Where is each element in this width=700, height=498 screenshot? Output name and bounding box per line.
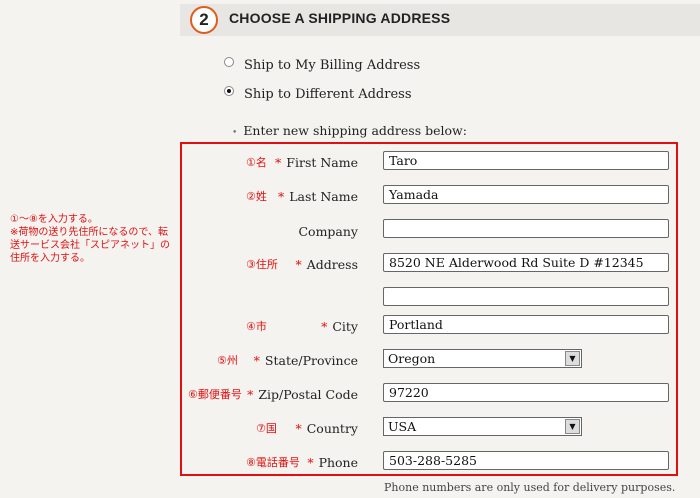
required-star: * xyxy=(321,319,328,334)
form-row-phone: ⑧電話番号 * Phone 503-288-5285 xyxy=(182,451,676,475)
country-select[interactable]: USA ▼ xyxy=(383,417,582,436)
field-label: * Phone xyxy=(307,455,358,470)
required-star: * xyxy=(277,189,285,204)
form-row-address: ③住所 * Address 8520 NE Alderwood Rd Suite … xyxy=(182,253,676,277)
zip-label: Zip/Postal Code xyxy=(258,387,358,402)
phone-note: Phone numbers are only used for delivery… xyxy=(384,481,676,494)
state-label: State/Province xyxy=(264,353,358,368)
jp-annotation: ②姓 xyxy=(246,190,267,203)
required-star: * xyxy=(295,257,302,272)
jp-annotation: ①名 xyxy=(246,156,267,169)
required-star: * xyxy=(275,155,282,170)
required-star: * xyxy=(295,421,302,436)
form-row-address2 xyxy=(182,287,676,311)
field-label: * Zip/Postal Code xyxy=(247,387,358,402)
radio-ship-billing[interactable]: Ship to My Billing Address xyxy=(224,56,421,73)
state-selected-value: Oregon xyxy=(388,351,436,366)
first-name-input[interactable]: Taro xyxy=(383,151,669,170)
company-label: Company xyxy=(298,224,358,239)
country-label: Country xyxy=(306,421,358,436)
address-input[interactable]: 8520 NE Alderwood Rd Suite D #12345 xyxy=(383,253,669,272)
field-label: * Last Name xyxy=(278,189,358,204)
phone-input[interactable]: 503-288-5285 xyxy=(383,451,669,470)
city-label: City xyxy=(332,319,358,334)
radio-button-checked-icon[interactable] xyxy=(224,85,234,96)
form-row-company: Company xyxy=(182,219,676,244)
radio-ship-different[interactable]: Ship to Different Address xyxy=(224,85,412,102)
radio-button-icon[interactable] xyxy=(224,56,234,67)
form-row-first-name: ①名 * First Name Taro xyxy=(182,151,676,175)
side-annotation-text: ①～⑧を入力する。 ※荷物の送り先住所になるので、転送サービス会社「スピアネット… xyxy=(10,214,170,264)
required-star: * xyxy=(253,353,260,368)
radio-label: Ship to Different Address xyxy=(244,87,412,102)
section-title: CHOOSE A SHIPPING ADDRESS xyxy=(229,10,451,26)
field-label: * Country xyxy=(295,421,358,436)
phone-label: Phone xyxy=(318,455,358,470)
intro-label: Enter new shipping address below: xyxy=(243,123,467,138)
state-select[interactable]: Oregon ▼ xyxy=(383,349,582,368)
form-row-state: ⑤州 * State/Province Oregon ▼ xyxy=(182,349,676,373)
jp-annotation: ⑤州 xyxy=(217,354,238,367)
dropdown-arrow-icon[interactable]: ▼ xyxy=(565,419,580,434)
country-selected-value: USA xyxy=(388,419,417,434)
required-star: * xyxy=(307,455,314,470)
address-label: Address xyxy=(306,257,358,272)
form-row-last-name: ②姓 * Last Name Yamada xyxy=(182,185,676,209)
side-annotation: ①～⑧を入力する。 ※荷物の送り先住所になるので、転送サービス会社「スピアネット… xyxy=(10,213,175,265)
jp-annotation: ⑥郵便番号 xyxy=(188,388,242,401)
required-star: * xyxy=(247,387,254,402)
city-input[interactable]: Portland xyxy=(383,315,669,334)
dropdown-arrow-icon[interactable]: ▼ xyxy=(565,351,580,366)
step-number-badge: 2 xyxy=(190,6,218,34)
form-row-city: ④市 * City Portland xyxy=(182,315,676,339)
form-row-country: ⑦国 * Country USA ▼ xyxy=(182,417,676,441)
field-label: * State/Province xyxy=(254,353,358,368)
field-label: * First Name xyxy=(275,155,358,170)
form-row-zip: ⑥郵便番号 * Zip/Postal Code 97220 xyxy=(182,383,676,407)
bullet-icon: • xyxy=(232,128,238,138)
first-name-label: First Name xyxy=(286,155,358,170)
jp-annotation: ⑦国 xyxy=(256,422,277,435)
field-label: * City xyxy=(321,319,358,334)
last-name-label: Last Name xyxy=(289,189,358,204)
field-label: * Address xyxy=(296,257,358,272)
intro-text: • Enter new shipping address below: xyxy=(232,123,467,138)
zip-input[interactable]: 97220 xyxy=(383,383,669,402)
radio-label: Ship to My Billing Address xyxy=(244,58,421,73)
company-input[interactable] xyxy=(383,219,669,238)
address-line2-input[interactable] xyxy=(383,287,669,306)
last-name-input[interactable]: Yamada xyxy=(383,185,669,204)
jp-annotation: ⑧電話番号 xyxy=(246,456,300,469)
jp-annotation: ④市 xyxy=(246,320,267,333)
jp-annotation: ③住所 xyxy=(246,258,278,271)
